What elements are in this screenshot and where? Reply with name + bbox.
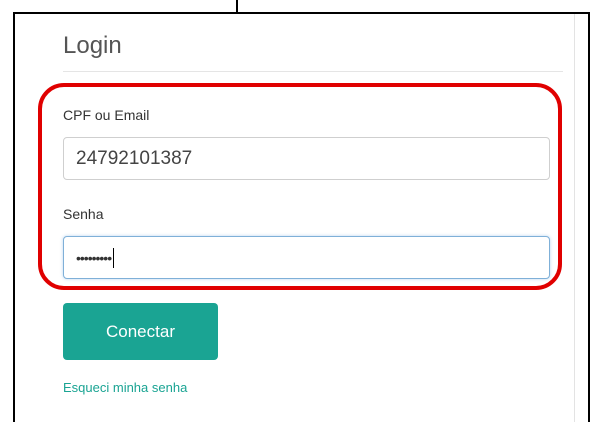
username-label: CPF ou Email	[63, 107, 150, 123]
divider	[574, 14, 575, 422]
password-label: Senha	[63, 206, 104, 222]
forgot-password-link[interactable]: Esqueci minha senha	[63, 380, 187, 395]
divider	[13, 12, 15, 422]
screenshot-frame: Login CPF ou Email Senha ••••••••• Conec…	[0, 0, 594, 422]
divider	[588, 12, 590, 422]
connect-button[interactable]: Conectar	[63, 303, 218, 360]
divider	[13, 12, 590, 14]
divider	[236, 0, 238, 12]
password-input[interactable]: •••••••••	[63, 236, 550, 279]
text-caret	[113, 247, 115, 268]
username-input[interactable]	[63, 137, 550, 180]
page-title: Login	[63, 32, 122, 59]
divider	[63, 71, 563, 72]
password-mask: •••••••••	[76, 249, 112, 266]
